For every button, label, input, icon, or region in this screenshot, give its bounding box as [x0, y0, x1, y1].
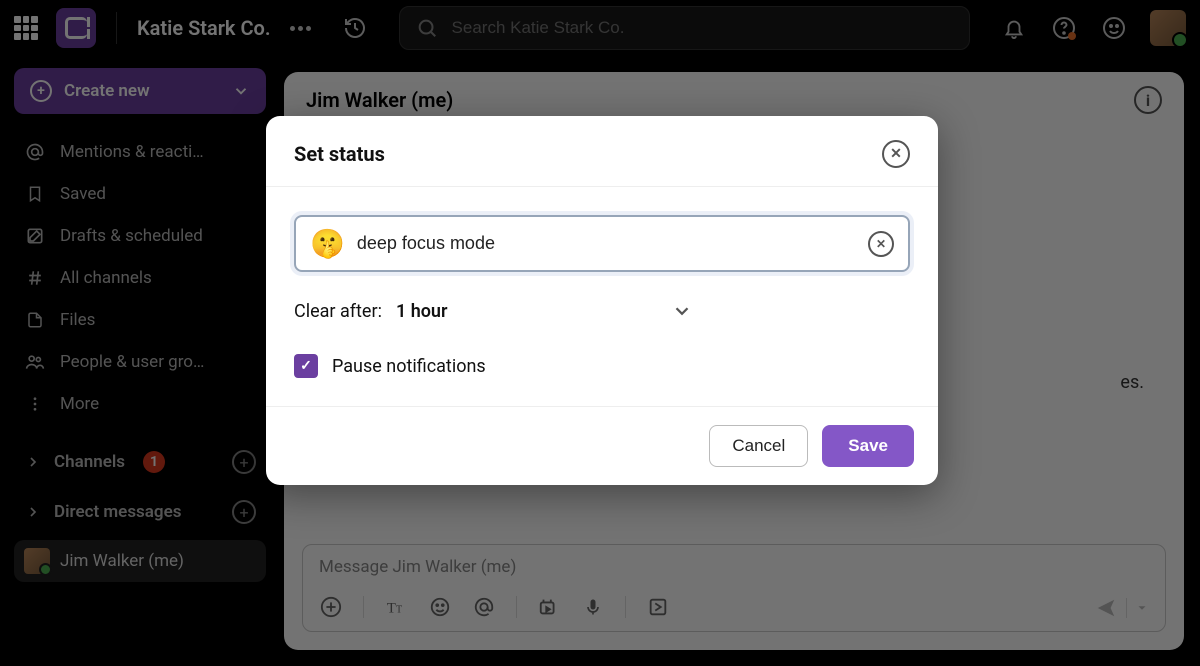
divider: [116, 12, 117, 44]
emoji-picker-icon[interactable]: [428, 595, 452, 619]
sidebar-item-label: All channels: [60, 268, 152, 288]
workspace-name[interactable]: Katie Stark Co.: [137, 16, 271, 40]
chevron-right-icon: [24, 504, 42, 520]
notifications-icon[interactable]: [1000, 14, 1028, 42]
search-input[interactable]: [452, 18, 953, 38]
sidebar-item-mentions[interactable]: Mentions & reacti…: [14, 132, 266, 172]
self-dm-label: Jim Walker (me): [60, 551, 184, 571]
add-dm-icon[interactable]: +: [232, 500, 256, 524]
search-icon: [416, 17, 438, 39]
history-icon[interactable]: [339, 12, 371, 44]
search-bar[interactable]: [399, 6, 970, 50]
sidebar-item-label: Mentions & reacti…: [60, 142, 204, 162]
chevron-down-icon[interactable]: [671, 300, 693, 322]
plus-icon: +: [30, 80, 52, 102]
workspace-more-icon[interactable]: [287, 14, 315, 42]
user-avatar[interactable]: [1150, 10, 1186, 46]
shortcut-icon[interactable]: [646, 595, 670, 619]
video-icon[interactable]: [537, 595, 561, 619]
clear-input-icon[interactable]: ✕: [868, 231, 894, 257]
clear-after-label: Clear after:: [294, 301, 382, 322]
pause-notifications-label: Pause notifications: [332, 356, 486, 377]
sidebar-item-label: Saved: [60, 184, 106, 204]
dms-label: Direct messages: [54, 502, 181, 522]
help-icon[interactable]: [1050, 14, 1078, 42]
channels-icon: [25, 268, 45, 288]
set-status-modal: Set status ✕ 🤫 ✕ Clear after: 1 hour ✓ P…: [266, 116, 938, 485]
channels-section[interactable]: Channels 1 +: [14, 450, 266, 474]
self-dm-item[interactable]: Jim Walker (me): [14, 540, 266, 582]
sidebar-item-label: More: [60, 394, 99, 414]
more-vertical-icon: [26, 394, 44, 414]
people-icon: [24, 352, 46, 372]
cancel-button[interactable]: Cancel: [709, 425, 808, 467]
status-input-wrap[interactable]: 🤫 ✕: [294, 215, 910, 272]
divider: [363, 596, 364, 618]
draft-icon: [25, 226, 45, 246]
sidebar-item-all-channels[interactable]: All channels: [14, 258, 266, 298]
workspace-logo[interactable]: [56, 8, 96, 48]
divider: [516, 596, 517, 618]
composer-placeholder: Message Jim Walker (me): [319, 557, 1149, 577]
pause-notifications-checkbox[interactable]: ✓: [294, 354, 318, 378]
send-options-icon[interactable]: [1135, 601, 1149, 615]
dms-section[interactable]: Direct messages +: [14, 500, 266, 524]
at-icon: [25, 142, 45, 162]
save-button[interactable]: Save: [822, 425, 914, 467]
sidebar-item-label: Files: [60, 310, 95, 330]
sidebar-item-saved[interactable]: Saved: [14, 174, 266, 214]
close-icon[interactable]: ✕: [882, 140, 910, 168]
channels-label: Channels: [54, 452, 125, 472]
sidebar-item-drafts[interactable]: Drafts & scheduled: [14, 216, 266, 256]
divider: [625, 596, 626, 618]
app-switcher-icon[interactable]: [14, 16, 38, 40]
sidebar-item-more[interactable]: More: [14, 384, 266, 424]
mic-icon[interactable]: [581, 595, 605, 619]
emoji-icon[interactable]: [1100, 14, 1128, 42]
info-icon[interactable]: i: [1134, 86, 1162, 114]
svg-text:T: T: [396, 605, 402, 616]
create-new-label: Create new: [64, 81, 150, 101]
sidebar-item-label: Drafts & scheduled: [60, 226, 203, 246]
status-input[interactable]: [357, 233, 856, 254]
create-new-button[interactable]: + Create new: [14, 68, 266, 114]
sidebar-item-files[interactable]: Files: [14, 300, 266, 340]
attach-icon[interactable]: [319, 595, 343, 619]
add-channel-icon[interactable]: +: [232, 450, 256, 474]
modal-title: Set status: [294, 142, 385, 166]
sidebar-item-label: People & user gro…: [60, 352, 204, 372]
conversation-title[interactable]: Jim Walker (me): [306, 88, 453, 112]
chevron-right-icon: [24, 454, 42, 470]
file-icon: [26, 310, 44, 330]
channels-badge: 1: [143, 451, 165, 473]
mention-icon[interactable]: [472, 595, 496, 619]
svg-text:T: T: [387, 601, 396, 617]
status-emoji[interactable]: 🤫: [310, 227, 345, 260]
send-icon[interactable]: [1094, 597, 1118, 619]
message-composer[interactable]: Message Jim Walker (me) TT: [302, 544, 1166, 632]
self-avatar: [24, 548, 50, 574]
sidebar-item-people[interactable]: People & user gro…: [14, 342, 266, 382]
chevron-down-icon: [232, 82, 250, 100]
body-snippet: es.: [1120, 372, 1144, 393]
divider: [1126, 598, 1127, 618]
format-icon[interactable]: TT: [384, 595, 408, 619]
clear-after-value[interactable]: 1 hour: [396, 301, 448, 322]
bookmark-icon: [26, 184, 44, 204]
